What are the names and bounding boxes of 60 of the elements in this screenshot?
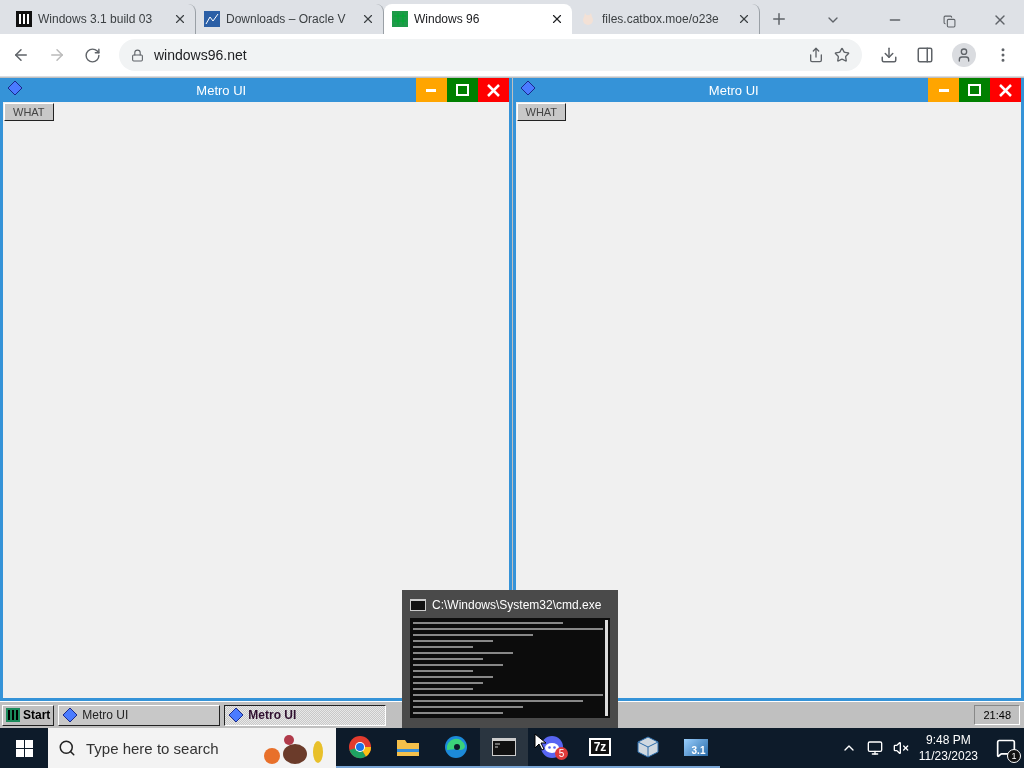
console-icon bbox=[410, 599, 426, 611]
maximize-icon[interactable] bbox=[455, 84, 469, 96]
network-icon[interactable] bbox=[866, 740, 883, 756]
windows-logo-icon[interactable] bbox=[15, 739, 33, 757]
taskbar-app[interactable] bbox=[480, 728, 528, 768]
profile-icon[interactable] bbox=[956, 47, 972, 63]
lock-icon bbox=[131, 48, 144, 62]
edge-icon bbox=[444, 735, 468, 759]
diamond-icon bbox=[519, 80, 536, 96]
start-logo-icon bbox=[6, 708, 20, 722]
taskbar-task[interactable]: Metro UI bbox=[224, 704, 387, 726]
maximize-icon[interactable] bbox=[968, 84, 981, 96]
window-preview[interactable]: C:\Windows\System32\cmd.exe bbox=[402, 590, 618, 728]
url-text: windows96.net bbox=[154, 47, 248, 63]
notification-badge: 5 bbox=[555, 747, 568, 760]
cube-icon bbox=[636, 735, 660, 759]
browser-tab[interactable]: Windows 96 bbox=[384, 4, 572, 34]
close-icon[interactable] bbox=[361, 12, 375, 26]
date-text: 11/23/2023 bbox=[918, 748, 978, 764]
time-text: 9:48 PM bbox=[926, 732, 971, 748]
columns-icon bbox=[16, 11, 32, 27]
tray-clock[interactable]: 9:48 PM 11/23/2023 bbox=[918, 732, 978, 764]
download-icon[interactable] bbox=[880, 46, 898, 64]
notifications-icon[interactable] bbox=[996, 738, 1016, 758]
mouse-cursor-icon bbox=[534, 733, 546, 751]
taskbar-clock: 21:48 bbox=[974, 705, 1020, 725]
window-title: Metro UI bbox=[195, 82, 248, 98]
search-field[interactable]: Type here to search bbox=[48, 728, 336, 768]
side-panel-icon[interactable] bbox=[916, 46, 934, 64]
diamond-icon bbox=[7, 80, 23, 96]
search-icon bbox=[58, 739, 76, 757]
browser-tab[interactable]: Downloads – Oracle V bbox=[196, 4, 384, 34]
new-tab-icon[interactable] bbox=[770, 10, 788, 28]
start-button[interactable]: Start bbox=[2, 704, 55, 726]
diamond-icon bbox=[62, 707, 79, 723]
browser-icon bbox=[348, 735, 372, 759]
star-icon[interactable] bbox=[834, 47, 850, 63]
close-icon[interactable] bbox=[173, 12, 187, 26]
folder-icon bbox=[396, 737, 420, 757]
volume-muted-icon[interactable] bbox=[892, 740, 909, 756]
restore-icon[interactable] bbox=[943, 15, 956, 28]
taskbar-task[interactable]: Metro UI bbox=[58, 704, 221, 726]
browser-tab[interactable]: Windows 3.1 build 03 bbox=[8, 4, 196, 34]
windows-app-icon: 3.1 bbox=[683, 738, 709, 756]
console-icon bbox=[492, 738, 516, 756]
archive-app-icon: 7z bbox=[588, 738, 612, 756]
window-title: Metro UI bbox=[707, 82, 760, 98]
what-button[interactable]: WHAT bbox=[516, 103, 567, 121]
share-icon[interactable] bbox=[808, 47, 824, 63]
close-icon[interactable] bbox=[737, 12, 751, 26]
address-bar[interactable]: windows96.net bbox=[119, 39, 862, 71]
chart-icon bbox=[204, 11, 220, 27]
browser-tab[interactable]: files.catbox.moe/o23e bbox=[572, 4, 760, 34]
diamond-icon bbox=[228, 707, 245, 723]
reload-icon[interactable] bbox=[84, 46, 101, 64]
preview-title: C:\Windows\System32\cmd.exe bbox=[432, 598, 602, 612]
what-button[interactable]: WHAT bbox=[4, 103, 54, 121]
close-icon[interactable] bbox=[550, 12, 564, 26]
notification-count: 1 bbox=[1007, 749, 1021, 763]
back-icon[interactable] bbox=[12, 46, 30, 64]
